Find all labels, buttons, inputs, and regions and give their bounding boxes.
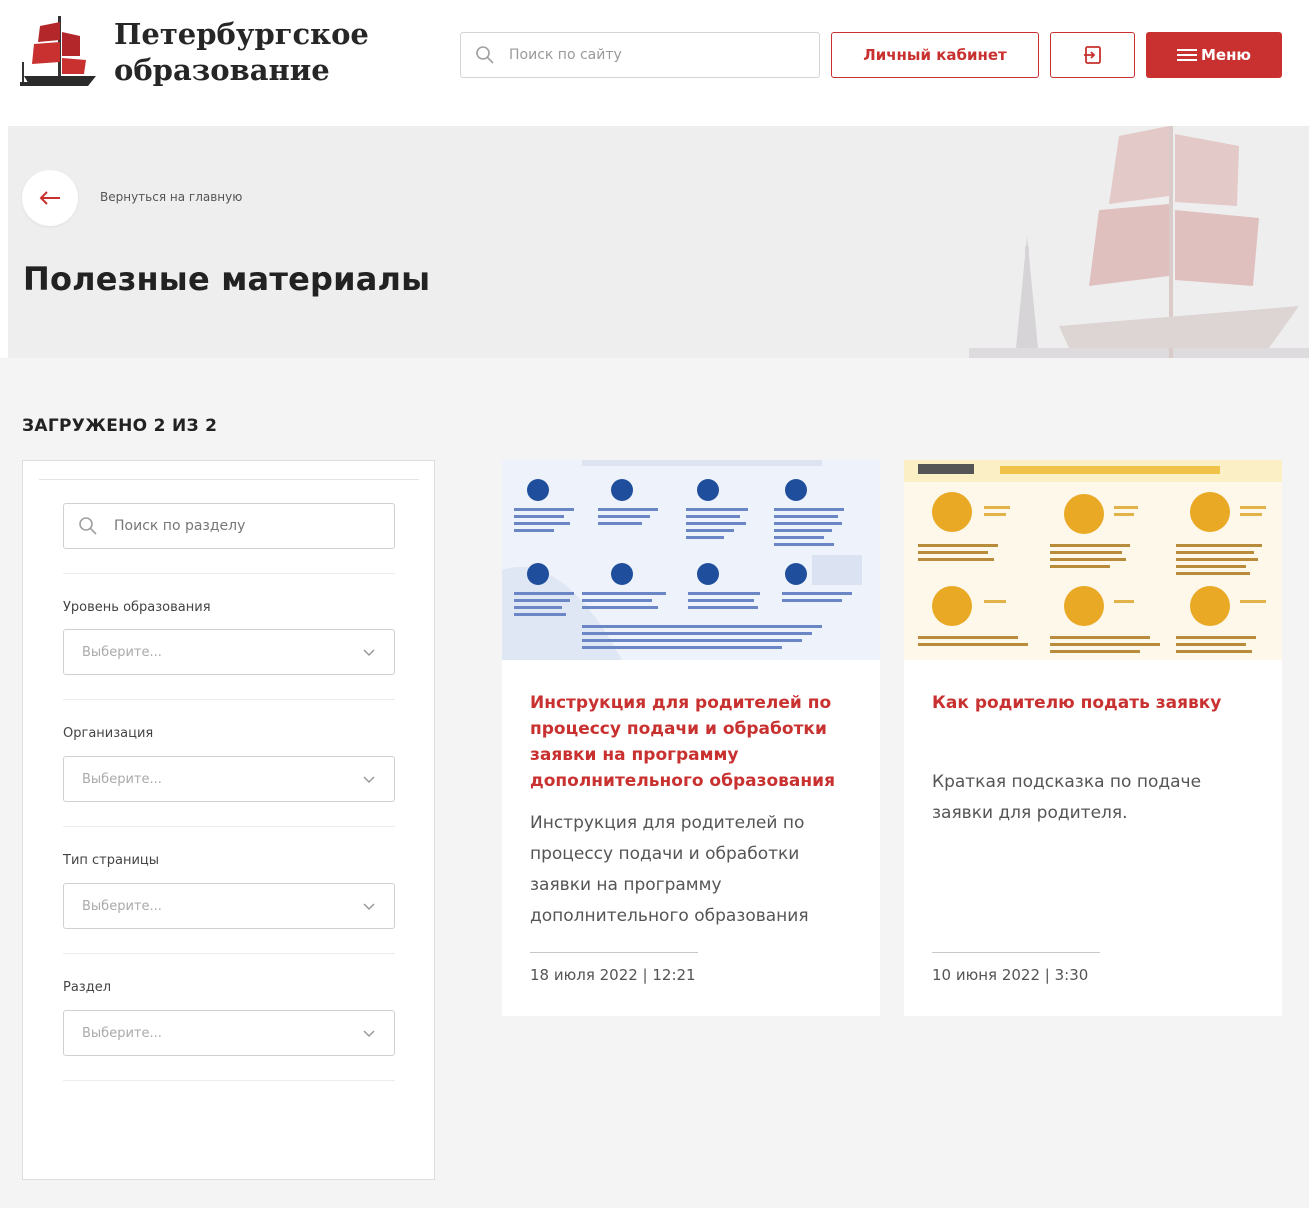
- card-divider: [932, 952, 1100, 953]
- filters-divider: [63, 573, 395, 574]
- filter-label-education-level: Уровень образования: [63, 600, 211, 615]
- content-area: ЗАГРУЖЕНО 2 ИЗ 2 Уровень образования Выб…: [0, 358, 1309, 1208]
- filters-divider: [63, 953, 395, 954]
- filter-label-section: Раздел: [63, 980, 112, 995]
- select-placeholder: Выберите...: [82, 771, 162, 787]
- filter-select-education-level[interactable]: Выберите...: [63, 629, 395, 675]
- filters-panel: Уровень образования Выберите... Организа…: [22, 460, 435, 1180]
- card-title[interactable]: Как родителю подать заявку: [932, 690, 1262, 716]
- section-search-box[interactable]: [63, 503, 395, 549]
- personal-cabinet-button[interactable]: Личный кабинет: [831, 32, 1039, 78]
- select-placeholder: Выберите...: [82, 898, 162, 914]
- site-header: Петербургское образование Личный кабинет…: [0, 0, 1309, 125]
- arrow-left-icon: [39, 191, 60, 205]
- card-infographic-image[interactable]: [502, 460, 880, 660]
- filters-divider: [63, 1080, 395, 1081]
- chevron-down-icon: [363, 649, 375, 657]
- menu-label: Меню: [1200, 46, 1252, 64]
- back-link[interactable]: Вернуться на главную: [100, 190, 242, 204]
- filters-divider: [63, 699, 395, 700]
- card-description: Инструкция для родителей по процессу под…: [530, 813, 809, 926]
- filters-divider: [39, 479, 419, 480]
- logo-line-1: Петербургское: [114, 17, 369, 51]
- filters-divider: [63, 826, 395, 827]
- login-arrow-icon: [1083, 46, 1101, 64]
- site-logo-text[interactable]: Петербургское образование: [114, 16, 369, 88]
- filter-select-page-type[interactable]: Выберите...: [63, 883, 395, 929]
- section-search-input[interactable]: [114, 518, 374, 534]
- site-search-box[interactable]: [460, 32, 820, 78]
- loaded-counter: ЗАГРУЖЕНО 2 ИЗ 2: [22, 416, 218, 436]
- menu-button[interactable]: Меню: [1146, 32, 1282, 78]
- card-title[interactable]: Инструкция для родителей по процессу под…: [530, 690, 860, 794]
- page-hero: Вернуться на главную Полезные материалы: [8, 126, 1309, 358]
- select-placeholder: Выберите...: [82, 644, 162, 660]
- login-button[interactable]: [1050, 32, 1135, 78]
- search-icon: [79, 517, 97, 535]
- filter-select-section[interactable]: Выберите...: [63, 1010, 395, 1056]
- material-card[interactable]: Инструкция для родителей по процессу под…: [502, 460, 880, 1016]
- ship-logo-icon[interactable]: [20, 12, 100, 92]
- material-card[interactable]: Как родителю подать заявку Краткая подск…: [904, 460, 1282, 1016]
- filter-label-page-type: Тип страницы: [63, 853, 160, 868]
- search-icon: [476, 46, 494, 64]
- select-placeholder: Выберите...: [82, 1025, 162, 1041]
- logo-line-2: образование: [114, 53, 330, 87]
- card-divider: [530, 952, 698, 953]
- site-search-input[interactable]: [509, 47, 799, 63]
- filter-label-organization: Организация: [63, 726, 154, 741]
- card-date: 18 июля 2022 | 12:21: [530, 966, 696, 984]
- chevron-down-icon: [363, 903, 375, 911]
- back-button[interactable]: [22, 170, 78, 226]
- ship-watermark-icon: [969, 126, 1309, 358]
- card-description: Краткая подсказка по подаче заявки для р…: [932, 772, 1202, 823]
- chevron-down-icon: [363, 776, 375, 784]
- card-infographic-image[interactable]: [904, 460, 1282, 660]
- page-title: Полезные материалы: [23, 260, 431, 298]
- hamburger-icon: [1176, 49, 1197, 61]
- chevron-down-icon: [363, 1030, 375, 1038]
- card-date: 10 июня 2022 | 3:30: [932, 966, 1089, 984]
- filter-select-organization[interactable]: Выберите...: [63, 756, 395, 802]
